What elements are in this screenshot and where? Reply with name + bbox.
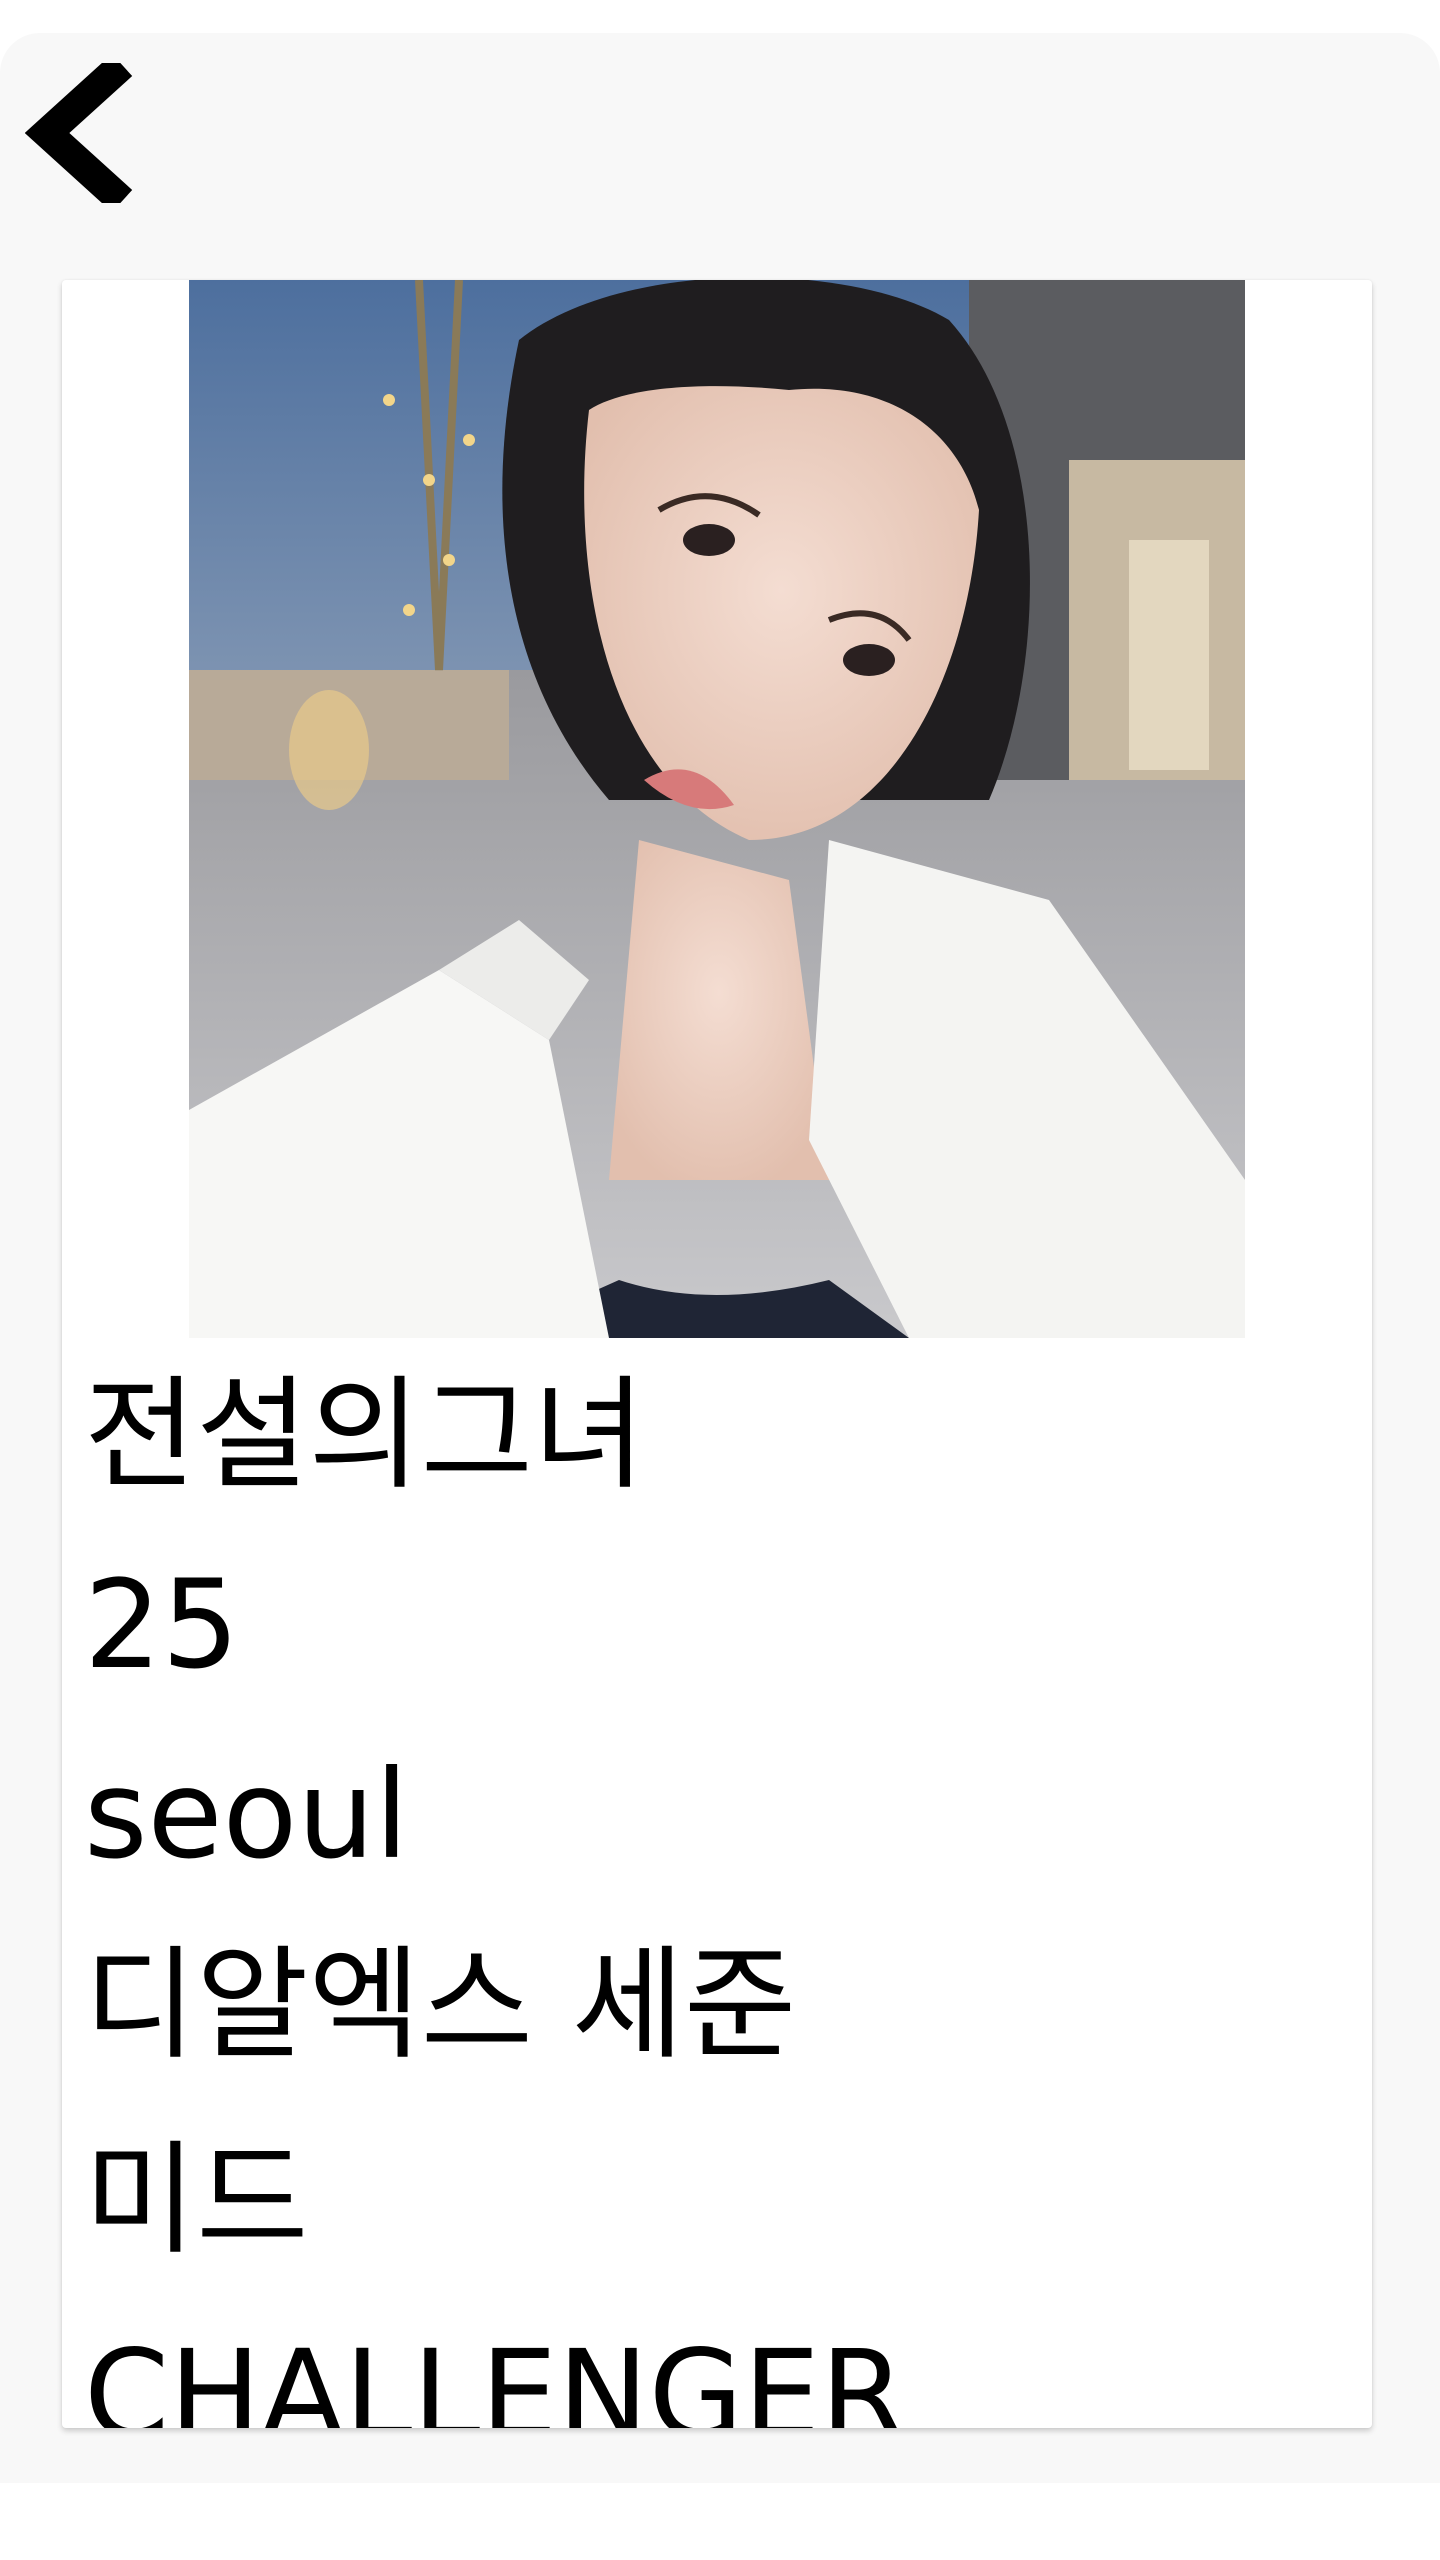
chevron-left-icon	[25, 63, 135, 203]
profile-photo	[189, 280, 1245, 1338]
position-text: 미드	[84, 2129, 309, 2271]
back-button[interactable]	[25, 63, 135, 203]
profile-card: 전설의그녀 25 seoul 디알엑스 세준 미드 CHALLENGER	[62, 280, 1372, 2428]
tier-text: CHALLENGER	[84, 2324, 906, 2428]
favorite-team-text: 디알엑스 세준	[84, 1934, 797, 2076]
profile-screen: 전설의그녀 25 seoul 디알엑스 세준 미드 CHALLENGER	[0, 33, 1440, 2483]
age-text: 25	[84, 1554, 240, 1696]
location-text: seoul	[84, 1744, 409, 1886]
nickname-text: 전설의그녀	[84, 1364, 646, 1506]
